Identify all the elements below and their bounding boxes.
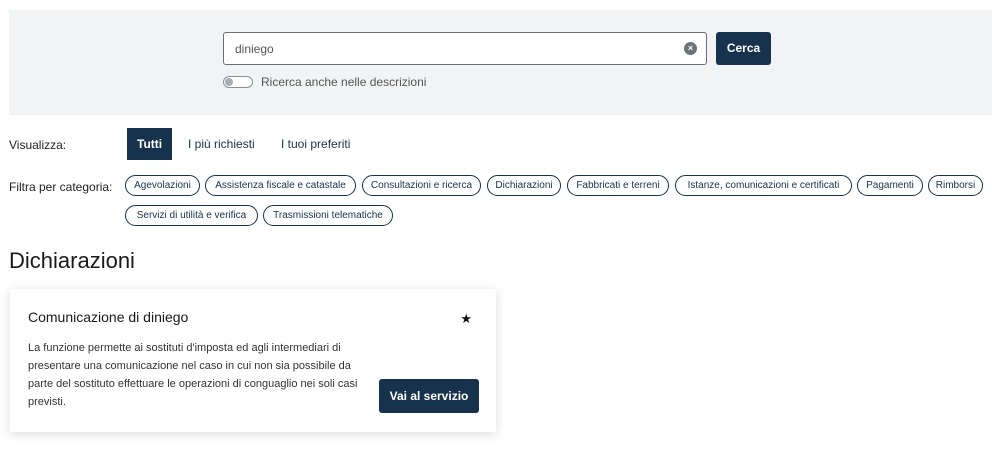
category-chip-pagamenti[interactable]: Pagamenti xyxy=(857,175,923,196)
clear-icon[interactable]: × xyxy=(684,42,697,55)
category-chip-agevolazioni[interactable]: Agevolazioni xyxy=(125,175,200,196)
toggle-label: Ricerca anche nelle descrizioni xyxy=(261,75,427,89)
go-to-service-button[interactable]: Vai al servizio xyxy=(379,379,479,413)
category-chip-trasmissioni[interactable]: Trasmissioni telematiche xyxy=(263,205,393,226)
star-icon[interactable]: ★ xyxy=(460,311,472,327)
category-chip-servizi[interactable]: Servizi di utilità e verifica xyxy=(125,205,258,226)
toggle-knob xyxy=(225,78,233,86)
category-chip-istanze[interactable]: Istanze, comunicazioni e certificati xyxy=(675,175,852,196)
category-chip-fabbricati[interactable]: Fabbricati e terreni xyxy=(567,175,669,196)
search-input[interactable]: diniego × xyxy=(223,32,707,65)
category-chip-rimborsi[interactable]: Rimborsi xyxy=(928,175,983,196)
service-card: Comunicazione di diniego ★ La funzione p… xyxy=(10,289,496,432)
description-search-toggle[interactable] xyxy=(223,76,253,88)
section-title: Dichiarazioni xyxy=(9,248,135,273)
card-description: La funzione permette ai sostituti d'impo… xyxy=(28,342,358,408)
category-chip-dichiarazioni[interactable]: Dichiarazioni xyxy=(487,175,561,196)
tab-tutti[interactable]: Tutti xyxy=(127,128,173,160)
search-button[interactable]: Cerca xyxy=(716,32,771,65)
card-title: Comunicazione di diniego xyxy=(28,309,189,325)
filter-label: Filtra per categoria: xyxy=(9,180,113,194)
tab-favorites[interactable]: I tuoi preferiti xyxy=(271,128,360,160)
tab-most-requested[interactable]: I più richiesti xyxy=(178,128,265,160)
category-chip-assistenza[interactable]: Assistenza fiscale e catastale xyxy=(205,175,356,196)
category-chip-consultazioni[interactable]: Consultazioni e ricerca xyxy=(362,175,481,196)
search-input-value: diniego xyxy=(235,42,274,56)
view-label: Visualizza: xyxy=(9,138,67,152)
